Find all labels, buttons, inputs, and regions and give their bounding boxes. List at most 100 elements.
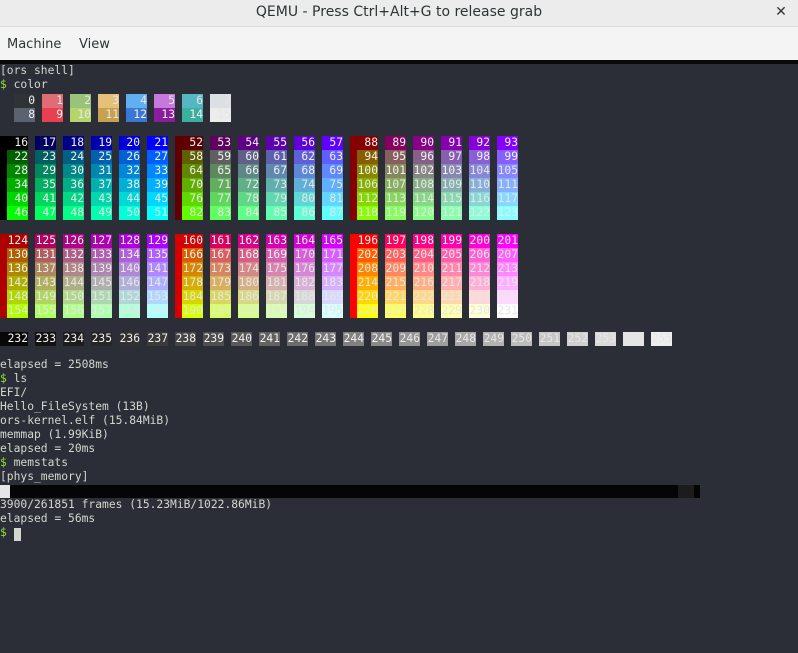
color-cell-149: 149	[35, 290, 56, 304]
color-cell-226: 226	[357, 304, 378, 318]
color-cell-241: 241	[259, 332, 280, 346]
palette-padding	[0, 332, 7, 346]
color-cell-155: 155	[35, 304, 56, 318]
color-cell-107: 107	[385, 178, 406, 192]
color-cell-172: 172	[182, 262, 203, 276]
color-cell-6: 6	[182, 94, 203, 108]
color-cell-134: 134	[119, 248, 140, 262]
color-cell-24: 24	[63, 150, 84, 164]
color-cell-85: 85	[266, 206, 287, 220]
prompt-symbol: $	[0, 456, 7, 469]
color-cell-48: 48	[63, 206, 84, 220]
color-cell-45: 45	[147, 192, 168, 206]
menu-view[interactable]: View	[79, 37, 110, 52]
color-cell-178: 178	[182, 276, 203, 290]
color-cell-255: 255	[651, 332, 672, 346]
color-cell-5: 5	[154, 94, 175, 108]
color-cell-216: 216	[413, 276, 434, 290]
color-cell-245: 245	[371, 332, 392, 346]
color-cell-208: 208	[357, 262, 378, 276]
color-cell-212: 212	[469, 262, 490, 276]
color-cell-15: 15	[210, 108, 231, 122]
color-cell-116: 116	[469, 192, 490, 206]
color-cell-197: 197	[385, 234, 406, 248]
color-cell-87: 87	[322, 206, 343, 220]
text-cursor	[14, 528, 21, 541]
color-cell-165: 165	[322, 234, 343, 248]
color-cell-147: 147	[147, 276, 168, 290]
menu-bar: Machine View	[0, 27, 798, 60]
palette-padding	[350, 136, 357, 220]
color-cell-109: 109	[441, 178, 462, 192]
color-cell-20: 20	[119, 136, 140, 150]
color-cell-26: 26	[119, 150, 140, 164]
output-line: [phys_memory]	[0, 470, 88, 484]
close-icon[interactable]: ✕	[772, 3, 790, 21]
color-cell-95: 95	[385, 150, 406, 164]
color-cell-74: 74	[294, 178, 315, 192]
color-cell-237: 237	[147, 332, 168, 346]
color-cell-244: 244	[343, 332, 364, 346]
command-line: $ ls	[0, 372, 27, 386]
color-cell-101: 101	[385, 164, 406, 178]
palette-padding	[0, 136, 7, 220]
line-text	[7, 526, 14, 539]
menu-machine[interactable]: Machine	[7, 37, 61, 52]
color-cell-176: 176	[294, 262, 315, 276]
color-cell-235: 235	[91, 332, 112, 346]
color-cell-207: 207	[497, 248, 518, 262]
color-cell-44: 44	[119, 192, 140, 206]
color-cell-54: 54	[238, 136, 259, 150]
color-cell-249: 249	[483, 332, 504, 346]
color-cell-81: 81	[322, 192, 343, 206]
color-cell-225: 225	[497, 290, 518, 304]
color-cell-27: 27	[147, 150, 168, 164]
color-cell-227: 227	[385, 304, 406, 318]
color-cell-83: 83	[210, 206, 231, 220]
color-cell-53: 53	[210, 136, 231, 150]
color-cell-219: 219	[497, 276, 518, 290]
color-cell-188: 188	[294, 290, 315, 304]
color-cell-41: 41	[35, 192, 56, 206]
color-cell-174: 174	[238, 262, 259, 276]
color-cell-185: 185	[210, 290, 231, 304]
output-line: elapsed = 2508ms	[0, 358, 109, 372]
color-cell-132: 132	[63, 248, 84, 262]
line-text: memstats	[6, 456, 69, 469]
color-cell-17: 17	[35, 136, 56, 150]
color-cell-92: 92	[469, 136, 490, 150]
color-cell-58: 58	[182, 150, 203, 164]
color-cell-72: 72	[238, 178, 259, 192]
color-cell-104: 104	[469, 164, 490, 178]
color-cell-247: 247	[427, 332, 448, 346]
color-cell-191: 191	[210, 304, 231, 318]
color-cell-221: 221	[385, 290, 406, 304]
color-cell-228: 228	[413, 304, 434, 318]
palette-padding	[175, 136, 182, 220]
memory-usage-end	[678, 485, 694, 498]
line-text: EFI/	[0, 386, 28, 399]
terminal[interactable]: [ors shell] $ color elapsed = 2508ms $ ls EF…	[0, 64, 798, 653]
color-cell-43: 43	[91, 192, 112, 206]
color-cell-91: 91	[441, 136, 462, 150]
color-cell-35: 35	[35, 178, 56, 192]
color-cell-30: 30	[63, 164, 84, 178]
color-cell-110: 110	[469, 178, 490, 192]
color-cell-203: 203	[385, 248, 406, 262]
color-cell-59: 59	[210, 150, 231, 164]
color-cell-57: 57	[322, 136, 343, 150]
color-cell-151: 151	[91, 290, 112, 304]
color-cell-141: 141	[147, 262, 168, 276]
color-cell-79: 79	[266, 192, 287, 206]
color-cell-133: 133	[91, 248, 112, 262]
color-cell-138: 138	[63, 262, 84, 276]
line-text: elapsed = 56ms	[0, 512, 96, 525]
line-text: [phys_memory]	[0, 470, 89, 483]
color-cell-82: 82	[182, 206, 203, 220]
color-cell-181: 181	[266, 276, 287, 290]
color-cell-199: 199	[441, 234, 462, 248]
palette-padding	[0, 234, 7, 318]
line-text: color	[6, 78, 48, 91]
color-cell-32: 32	[119, 164, 140, 178]
color-cell-152: 152	[119, 290, 140, 304]
